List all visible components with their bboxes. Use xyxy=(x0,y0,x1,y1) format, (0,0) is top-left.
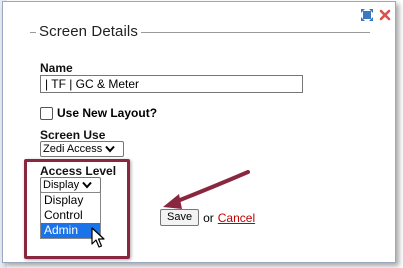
close-icon[interactable] xyxy=(379,9,391,21)
mouse-cursor-icon xyxy=(91,227,105,248)
screen-use-value: Zedi Access xyxy=(43,143,103,155)
screen-details-dialog: Screen Details Name | TF | GC & Meter Us… xyxy=(2,1,396,263)
annotation-highlight-box xyxy=(24,159,130,259)
screen-use-select[interactable]: Zedi Access xyxy=(40,141,124,157)
name-label: Name xyxy=(40,61,73,75)
section-title: Screen Details xyxy=(36,23,141,40)
use-new-layout-label: Use New Layout? xyxy=(57,106,158,120)
use-new-layout-checkbox[interactable]: Use New Layout? xyxy=(40,106,157,120)
screen-use-label: Screen Use xyxy=(40,128,106,142)
annotation-arrow-icon xyxy=(163,170,250,209)
checkbox-box[interactable] xyxy=(40,106,53,120)
expand-icon[interactable] xyxy=(361,9,373,21)
name-input[interactable]: | TF | GC & Meter xyxy=(40,75,303,93)
chevron-down-icon xyxy=(105,145,116,153)
